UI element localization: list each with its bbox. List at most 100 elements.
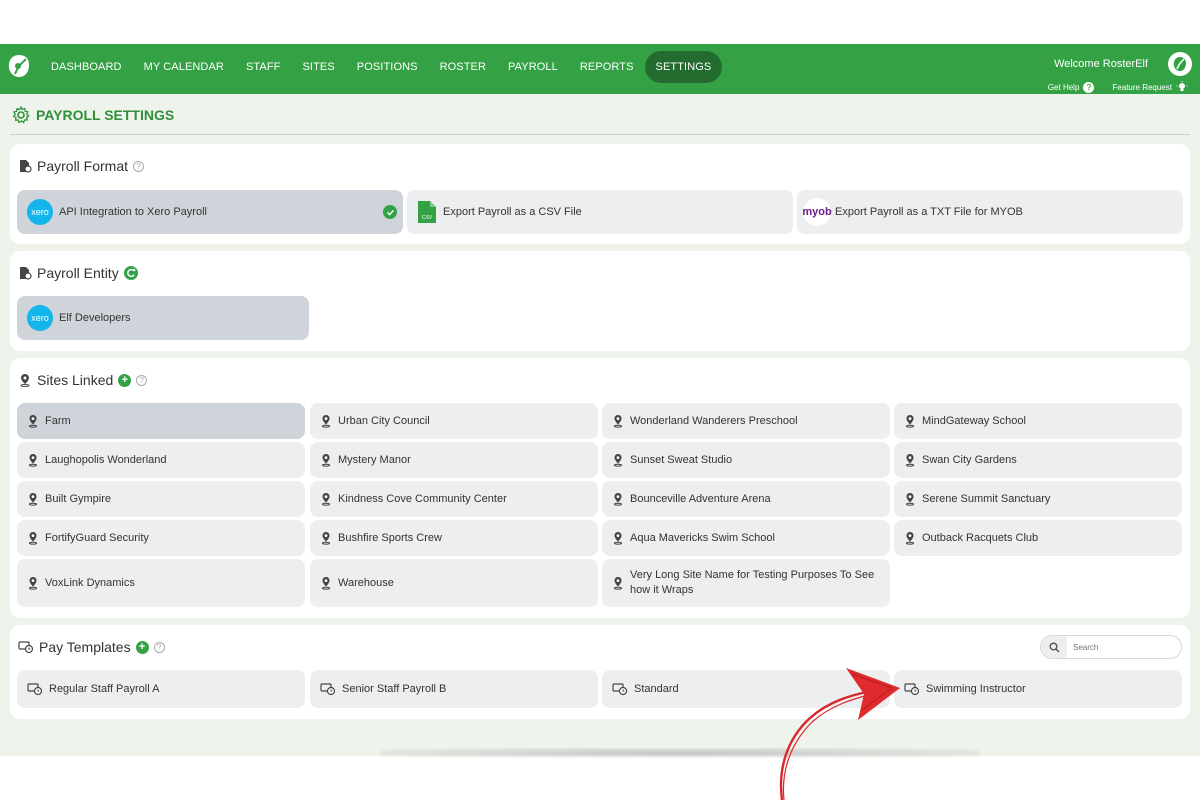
nav-roster[interactable]: ROSTER (429, 51, 497, 83)
header-sublinks: Get Help ? Feature Request (1048, 81, 1188, 93)
site-tile[interactable]: Bounceville Adventure Arena (602, 481, 890, 517)
rosterelf-logo-icon[interactable] (6, 52, 32, 80)
site-tile[interactable]: Bushfire Sports Crew (310, 520, 598, 556)
format-option-xero[interactable]: xero API Integration to Xero Payroll (17, 190, 403, 234)
nav-reports[interactable]: REPORTS (569, 51, 645, 83)
sites-linked-title: Sites Linked (37, 372, 114, 388)
payroll-entity-title: Payroll Entity (37, 265, 119, 281)
format-option-csv[interactable]: CSV Export Payroll as a CSV File (407, 190, 793, 234)
xero-logo-icon: xero (27, 199, 53, 225)
pay-template-icon (612, 682, 628, 696)
map-pin-icon (27, 414, 39, 428)
payroll-format-title: Payroll Format (37, 158, 129, 174)
site-tile[interactable]: Sunset Sweat Studio (602, 442, 890, 478)
sites-linked-card: Sites Linked + ? Farm Urban City Council W… (10, 358, 1190, 618)
question-icon: ? (1083, 81, 1095, 93)
site-tile[interactable]: Outback Racquets Club (894, 520, 1182, 556)
map-pin-icon (320, 531, 332, 545)
site-tile-label: Wonderland Wanderers Preschool (630, 414, 798, 427)
site-tile-label: Serene Summit Sanctuary (922, 492, 1051, 505)
welcome-text: Welcome RosterElf (1054, 58, 1148, 70)
nav-payroll[interactable]: PAYROLL (497, 51, 569, 83)
refresh-icon[interactable] (123, 266, 138, 280)
payroll-format-card: Payroll Format ? xero API Integration to… (10, 144, 1190, 244)
template-tile-label: Swimming Instructor (926, 682, 1026, 695)
top-navbar: DASHBOARD MY CALENDAR STAFF SITES POSITI… (0, 44, 1200, 94)
map-pin-icon (20, 374, 30, 387)
template-tile[interactable]: Senior Staff Payroll B (310, 670, 598, 708)
entity-xero-tile[interactable]: xero Elf Developers (17, 296, 309, 340)
get-help-label: Get Help (1047, 82, 1080, 92)
site-tile[interactable]: Farm (17, 403, 305, 439)
info-question-icon[interactable]: ? (153, 641, 165, 653)
get-help-link[interactable]: Get Help ? (1047, 81, 1095, 93)
info-question-icon[interactable]: ? (133, 160, 145, 172)
template-tile[interactable]: Regular Staff Payroll A (17, 670, 305, 708)
pay-template-icon (320, 682, 336, 696)
gear-icon (12, 106, 30, 124)
map-pin-icon (320, 576, 332, 590)
site-tile-label: Kindness Cove Community Center (338, 492, 507, 505)
search-icon[interactable] (1041, 636, 1067, 658)
site-tile[interactable]: Wonderland Wanderers Preschool (602, 403, 890, 439)
format-option-label: Export Payroll as a CSV File (443, 205, 582, 218)
entity-label: Elf Developers (59, 311, 131, 324)
format-option-label: API Integration to Xero Payroll (59, 205, 207, 218)
lightbulb-icon (1176, 81, 1188, 91)
add-site-plus-icon[interactable]: + (118, 373, 132, 387)
info-question-icon[interactable]: ? (136, 374, 148, 386)
nav-positions[interactable]: POSITIONS (346, 51, 429, 83)
template-tile-label: Senior Staff Payroll B (342, 682, 447, 695)
site-tile-label: Built Gympire (45, 492, 112, 505)
site-tile-label: Mystery Manor (338, 453, 411, 466)
map-pin-icon (27, 453, 39, 467)
feature-request-link[interactable]: Feature Request (1112, 81, 1188, 93)
template-tile[interactable]: Swimming Instructor (894, 670, 1182, 708)
site-tile[interactable]: FortifyGuard Security (17, 520, 305, 556)
site-tile[interactable]: Aqua Mavericks Swim School (602, 520, 890, 556)
map-pin-icon (612, 531, 624, 545)
document-gear-icon (20, 160, 32, 173)
map-pin-icon (27, 492, 39, 506)
template-search (1040, 635, 1182, 659)
map-pin-icon (320, 414, 332, 428)
site-tile-label: Laughopolis Wonderland (45, 453, 167, 466)
map-pin-icon (904, 453, 916, 467)
document-gear-icon (20, 267, 32, 280)
map-pin-icon (320, 453, 332, 467)
site-tile[interactable]: MindGateway School (894, 403, 1182, 439)
add-template-plus-icon[interactable]: + (135, 640, 149, 654)
site-tile[interactable]: Serene Summit Sanctuary (894, 481, 1182, 517)
user-avatar[interactable] (1168, 52, 1192, 76)
site-tile[interactable]: Warehouse (310, 559, 598, 607)
nav-sites[interactable]: SITES (291, 51, 345, 83)
pay-templates-card: Pay Templates + ? Regular Staff Payroll … (10, 625, 1190, 719)
site-tile-label: Swan City Gardens (922, 453, 1017, 466)
nav-settings[interactable]: SETTINGS (644, 51, 723, 83)
site-tile-label: Farm (45, 414, 71, 427)
nav-my-calendar[interactable]: MY CALENDAR (133, 51, 235, 83)
nav-staff[interactable]: STAFF (235, 51, 292, 83)
site-tile[interactable]: Urban City Council (310, 403, 598, 439)
format-option-myob[interactable]: myob Export Payroll as a TXT File for MY… (797, 190, 1183, 234)
site-tile[interactable]: Very Long Site Name for Testing Purposes… (602, 559, 890, 607)
site-tile-label: Aqua Mavericks Swim School (630, 531, 775, 544)
map-pin-icon (612, 414, 624, 428)
site-tile-label: FortifyGuard Security (45, 531, 149, 544)
site-tile[interactable]: Mystery Manor (310, 442, 598, 478)
site-tile-label: MindGateway School (922, 414, 1026, 427)
title-divider (10, 134, 1190, 135)
site-tile[interactable]: VoxLink Dynamics (17, 559, 305, 607)
site-tile[interactable]: Built Gympire (17, 481, 305, 517)
site-tile[interactable]: Laughopolis Wonderland (17, 442, 305, 478)
site-tile[interactable]: Kindness Cove Community Center (310, 481, 598, 517)
site-tile[interactable]: Swan City Gardens (894, 442, 1182, 478)
site-tile-label: Bushfire Sports Crew (338, 531, 442, 544)
checkmark-icon (383, 205, 397, 219)
map-pin-icon (612, 492, 624, 506)
nav-dashboard[interactable]: DASHBOARD (40, 51, 133, 83)
search-input[interactable] (1067, 642, 1177, 652)
template-tile-label: Standard (634, 682, 679, 695)
payroll-entity-card: Payroll Entity xero Elf Developers (10, 251, 1190, 351)
map-pin-icon (27, 576, 39, 590)
